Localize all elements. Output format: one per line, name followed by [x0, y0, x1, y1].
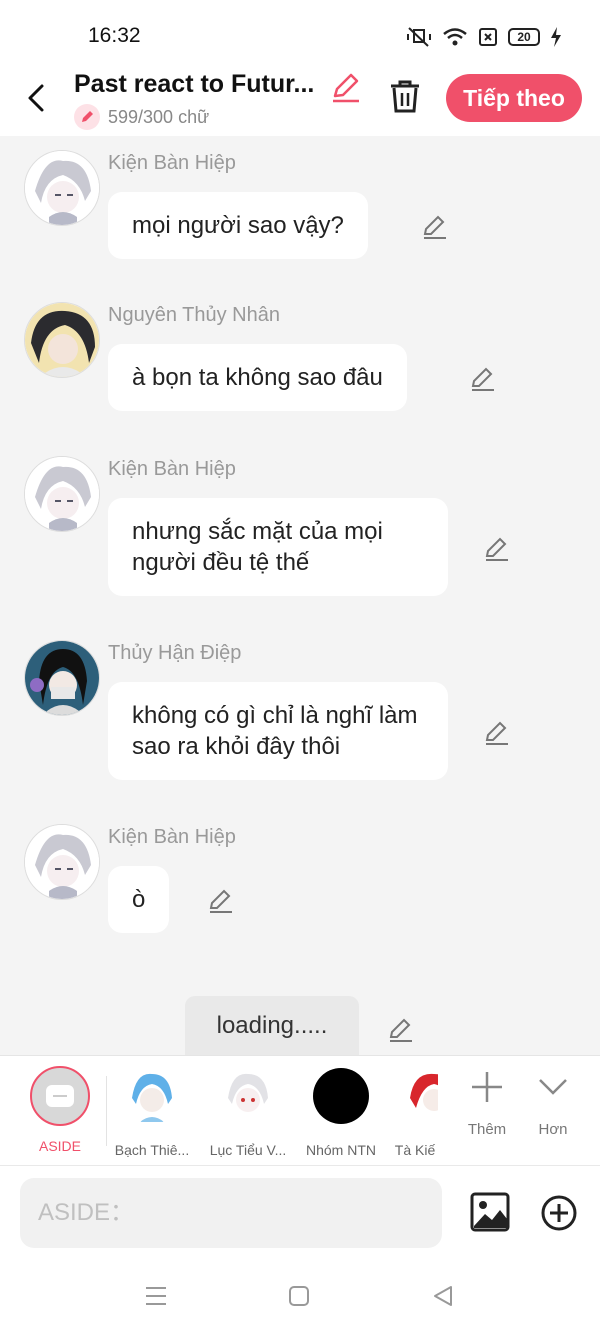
edit-narration-icon[interactable]	[388, 1017, 414, 1043]
character-label: Bạch Thiê...	[114, 1142, 190, 1158]
character-label: ASIDE	[38, 1138, 81, 1154]
character-option[interactable]: Bạch Thiê...	[112, 1068, 192, 1158]
word-count-text: 599/300 chữ	[108, 106, 210, 127]
edit-message-icon[interactable]	[484, 536, 510, 562]
menu-icon[interactable]	[144, 1285, 168, 1307]
input-bar	[0, 1165, 600, 1261]
next-button[interactable]: Tiếp theo	[446, 74, 582, 122]
chevron-down-icon	[539, 1079, 567, 1095]
narration-bubble[interactable]: loading.....	[185, 996, 359, 1056]
message-item: Kiện Bàn Hiệp mọi người sao vậy?	[24, 150, 504, 270]
avatar[interactable]	[24, 640, 100, 716]
character-name: Nguyên Thủy Nhân	[108, 304, 280, 326]
wifi-icon	[443, 28, 467, 46]
avatar	[220, 1068, 276, 1124]
message-bubble[interactable]: mọi người sao vậy?	[108, 192, 368, 259]
character-option[interactable]: Nhóm NTN	[300, 1068, 382, 1158]
plus-icon	[472, 1072, 502, 1102]
nav-back-icon[interactable]	[432, 1285, 454, 1307]
pencil-badge-icon	[74, 104, 100, 130]
character-label: Tà Kiế	[394, 1142, 436, 1158]
message-item: Nguyên Thủy Nhân à bọn ta không sao đâu	[24, 302, 524, 422]
avatar[interactable]	[24, 302, 100, 378]
story-title[interactable]: Past react to Futur...	[74, 70, 324, 99]
status-time: 16:32	[88, 24, 141, 47]
avatar	[313, 1068, 369, 1124]
aside-avatar	[30, 1066, 90, 1126]
expand-label: Hơn	[538, 1121, 568, 1138]
system-nav-bar	[0, 1261, 600, 1333]
message-input[interactable]	[20, 1178, 442, 1248]
avatar[interactable]	[24, 150, 100, 226]
avatar[interactable]	[24, 456, 100, 532]
character-option[interactable]: Tà Kiế	[392, 1068, 438, 1158]
mute-vibrate-icon	[407, 27, 431, 47]
character-aside[interactable]: ASIDE	[30, 1066, 90, 1154]
image-icon[interactable]	[470, 1192, 510, 1232]
divider	[106, 1076, 107, 1146]
add-circle-icon[interactable]	[540, 1194, 578, 1232]
status-icons: 20	[406, 26, 562, 48]
edit-title-icon[interactable]	[330, 70, 362, 104]
message-item: Kiện Bàn Hiệp ò	[24, 824, 284, 944]
edit-message-icon[interactable]	[208, 888, 234, 914]
expand-button[interactable]: Hơn	[530, 1070, 576, 1138]
battery-icon: 20	[508, 28, 540, 46]
avatar	[406, 1068, 438, 1124]
status-bar: 16:32 20	[0, 0, 600, 66]
charging-icon	[551, 27, 561, 47]
message-bubble[interactable]: à bọn ta không sao đâu	[108, 344, 407, 411]
more-label: Thêm	[467, 1121, 507, 1138]
back-icon[interactable]	[22, 80, 52, 116]
editor-header: Past react to Futur... 599/300 chữ Tiếp …	[0, 66, 600, 136]
edit-message-icon[interactable]	[484, 720, 510, 746]
word-count: 599/300 chữ	[74, 104, 209, 130]
character-selector: ASIDE Bạch Thiê... Lục Tiểu V... Nhóm NT…	[0, 1055, 600, 1165]
more-characters-button[interactable]: Thêm	[462, 1070, 512, 1138]
message-item: Kiện Bàn Hiệp nhưng sắc mặt của mọi ngườ…	[24, 456, 524, 606]
trash-icon[interactable]	[388, 78, 422, 114]
sim-icon	[479, 28, 497, 46]
character-name: Kiện Bàn Hiệp	[108, 458, 236, 480]
edit-message-icon[interactable]	[470, 366, 496, 392]
message-item: Thủy Hận Điệp không có gì chỉ là nghĩ là…	[24, 640, 524, 790]
home-icon[interactable]	[288, 1285, 310, 1307]
message-bubble[interactable]: nhưng sắc mặt của mọi người đều tệ thế	[108, 498, 448, 596]
speech-bubble-icon	[46, 1085, 74, 1107]
character-name: Kiện Bàn Hiệp	[108, 826, 236, 848]
character-option[interactable]: Lục Tiểu V...	[206, 1068, 290, 1158]
edit-message-icon[interactable]	[422, 214, 448, 240]
character-name: Thủy Hận Điệp	[108, 642, 242, 664]
character-name: Kiện Bàn Hiệp	[108, 152, 236, 174]
message-bubble[interactable]: không có gì chỉ là nghĩ làm sao ra khỏi …	[108, 682, 448, 780]
avatar[interactable]	[24, 824, 100, 900]
message-bubble[interactable]: ò	[108, 866, 170, 933]
character-label: Nhóm NTN	[305, 1142, 376, 1158]
character-label: Lục Tiểu V...	[209, 1142, 287, 1158]
avatar	[124, 1068, 180, 1124]
